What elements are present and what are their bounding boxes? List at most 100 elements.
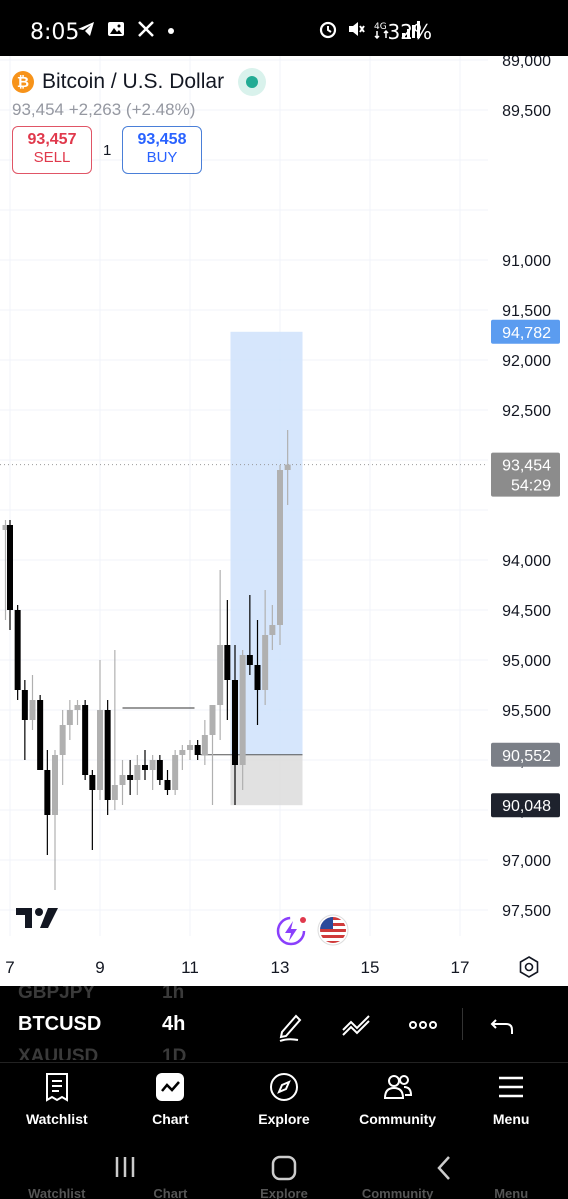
target-price-badge-text: 94,782 bbox=[502, 325, 551, 342]
next-symbol[interactable]: XAUUSD bbox=[18, 1046, 98, 1060]
android-navigation-bar: Watchlist Chart Explore Community Menu bbox=[0, 1138, 568, 1199]
prev-symbol-interval: 1h bbox=[162, 986, 185, 1003]
stop-price-badge-text: 90,048 bbox=[502, 798, 551, 815]
candle-body bbox=[179, 750, 186, 755]
nav-menu-label: Menu bbox=[492, 1111, 530, 1127]
candle-body bbox=[142, 765, 148, 770]
ghost-nav-labels: Watchlist Chart Explore Community Menu bbox=[0, 1186, 568, 1199]
nav-menu[interactable]: Menu bbox=[454, 1063, 568, 1138]
candle-body bbox=[232, 680, 238, 765]
price-axis-label: 95,500 bbox=[502, 703, 551, 720]
candle-body bbox=[172, 755, 179, 790]
recent-apps-icon[interactable] bbox=[112, 1154, 138, 1180]
nav-explore[interactable]: Explore bbox=[227, 1063, 341, 1138]
sell-price: 93,457 bbox=[27, 131, 77, 148]
candle-body bbox=[239, 655, 246, 765]
last-price-badge-text: 54:29 bbox=[511, 478, 551, 495]
ghost-label: Menu bbox=[494, 1186, 529, 1199]
battery-level: 32% bbox=[387, 20, 432, 44]
back-icon[interactable] bbox=[434, 1154, 454, 1182]
tradingview-logo-icon[interactable] bbox=[16, 906, 60, 930]
candle-body bbox=[217, 645, 224, 705]
chart-area[interactable]: 97,50097,00096,50096,00095,50095,00094,5… bbox=[0, 56, 568, 986]
ghost-label: Watchlist bbox=[28, 1186, 86, 1199]
candle-body bbox=[149, 760, 156, 770]
candle-body bbox=[254, 665, 261, 690]
price-axis-label: 94,000 bbox=[502, 553, 551, 570]
candle-body bbox=[284, 464, 291, 470]
buy-button[interactable]: 93,458 BUY bbox=[122, 126, 202, 174]
status-time: 8:05 bbox=[30, 20, 80, 45]
candle-body bbox=[224, 645, 231, 680]
price-axis-label: 94,500 bbox=[502, 603, 551, 620]
candle-body bbox=[164, 780, 171, 790]
candle-body bbox=[29, 700, 36, 720]
sell-label: SELL bbox=[33, 149, 71, 166]
bolt-icon[interactable] bbox=[274, 914, 308, 948]
price-axis-label: 92,000 bbox=[502, 353, 551, 370]
undo-icon[interactable] bbox=[486, 1008, 520, 1042]
order-quantity[interactable]: 1 bbox=[103, 142, 111, 159]
bitcoin-logo-icon: ₿ bbox=[12, 71, 34, 93]
svg-text:4G: 4G bbox=[374, 22, 387, 32]
symbol-header[interactable]: ₿ Bitcoin / U.S. Dollar bbox=[12, 68, 267, 96]
price-axis-label: 91,500 bbox=[502, 303, 551, 320]
sell-button[interactable]: 93,457 SELL bbox=[12, 126, 92, 174]
symbol-switcher[interactable]: GBPJPY 1h BTCUSD 4h XAUUSD 1D bbox=[0, 986, 568, 1060]
candle-body bbox=[201, 735, 208, 755]
entry-price-badge-text: 90,552 bbox=[502, 748, 551, 765]
us-flag-icon[interactable] bbox=[317, 914, 349, 946]
mute-icon bbox=[349, 22, 365, 36]
price-chart[interactable]: 97,50097,00096,50096,00095,50095,00094,5… bbox=[0, 56, 568, 986]
nav-explore-label: Explore bbox=[258, 1111, 310, 1127]
candle-body bbox=[277, 470, 283, 625]
x-icon bbox=[138, 21, 154, 37]
market-status-dot-icon bbox=[246, 76, 259, 88]
candle-body bbox=[37, 700, 44, 770]
prev-symbol[interactable]: GBPJPY bbox=[18, 986, 95, 1004]
telegram-icon bbox=[78, 22, 94, 36]
candle-body bbox=[66, 710, 73, 725]
price-axis-label: 89,500 bbox=[502, 103, 551, 120]
time-axis-label: 17 bbox=[451, 958, 470, 977]
toolbar-divider bbox=[462, 1008, 463, 1040]
time-axis-label: 7 bbox=[5, 958, 14, 977]
buy-label: BUY bbox=[146, 149, 178, 166]
home-icon[interactable] bbox=[270, 1154, 298, 1182]
current-symbol[interactable]: BTCUSD bbox=[18, 1013, 101, 1036]
last-price-badge-text: 93,454 bbox=[502, 458, 551, 475]
nav-community[interactable]: Community bbox=[341, 1063, 455, 1138]
drawing-tools-icon[interactable] bbox=[340, 1008, 374, 1042]
candle-body bbox=[97, 710, 103, 790]
ghost-label: Explore bbox=[260, 1186, 308, 1199]
candle-body bbox=[111, 785, 118, 800]
price-axis-label: 95,000 bbox=[502, 653, 551, 670]
candle-body bbox=[209, 705, 216, 735]
pencil-icon[interactable] bbox=[274, 1008, 308, 1042]
symbol-title[interactable]: Bitcoin / U.S. Dollar bbox=[42, 70, 224, 94]
nav-chart[interactable]: Chart bbox=[114, 1063, 228, 1138]
price-axis-label: 97,000 bbox=[502, 853, 551, 870]
price-axis-label: 97,500 bbox=[502, 903, 551, 920]
gallery-icon bbox=[108, 22, 124, 36]
nav-community-label: Community bbox=[359, 1111, 437, 1127]
ghost-label: Chart bbox=[153, 1186, 188, 1199]
candle-body bbox=[156, 760, 163, 780]
candle-body bbox=[134, 765, 141, 780]
ghost-label: Community bbox=[361, 1186, 434, 1199]
market-open-indicator[interactable] bbox=[238, 68, 267, 96]
candle-body bbox=[262, 635, 269, 690]
time-axis-label: 15 bbox=[361, 958, 380, 977]
candle-body bbox=[59, 725, 66, 755]
candle-body bbox=[74, 705, 81, 710]
watchlist-icon bbox=[45, 1073, 68, 1102]
chart-settings-icon[interactable] bbox=[518, 956, 540, 978]
time-axis-label: 13 bbox=[271, 958, 290, 977]
price-axis-label: 92,500 bbox=[502, 403, 551, 420]
current-interval[interactable]: 4h bbox=[162, 1013, 185, 1036]
price-axis-label: 89,000 bbox=[502, 56, 551, 70]
dot-icon bbox=[168, 28, 174, 34]
nav-watchlist[interactable]: Watchlist bbox=[0, 1063, 114, 1138]
time-axis-label: 9 bbox=[95, 958, 104, 977]
more-options-icon[interactable] bbox=[406, 1008, 440, 1042]
